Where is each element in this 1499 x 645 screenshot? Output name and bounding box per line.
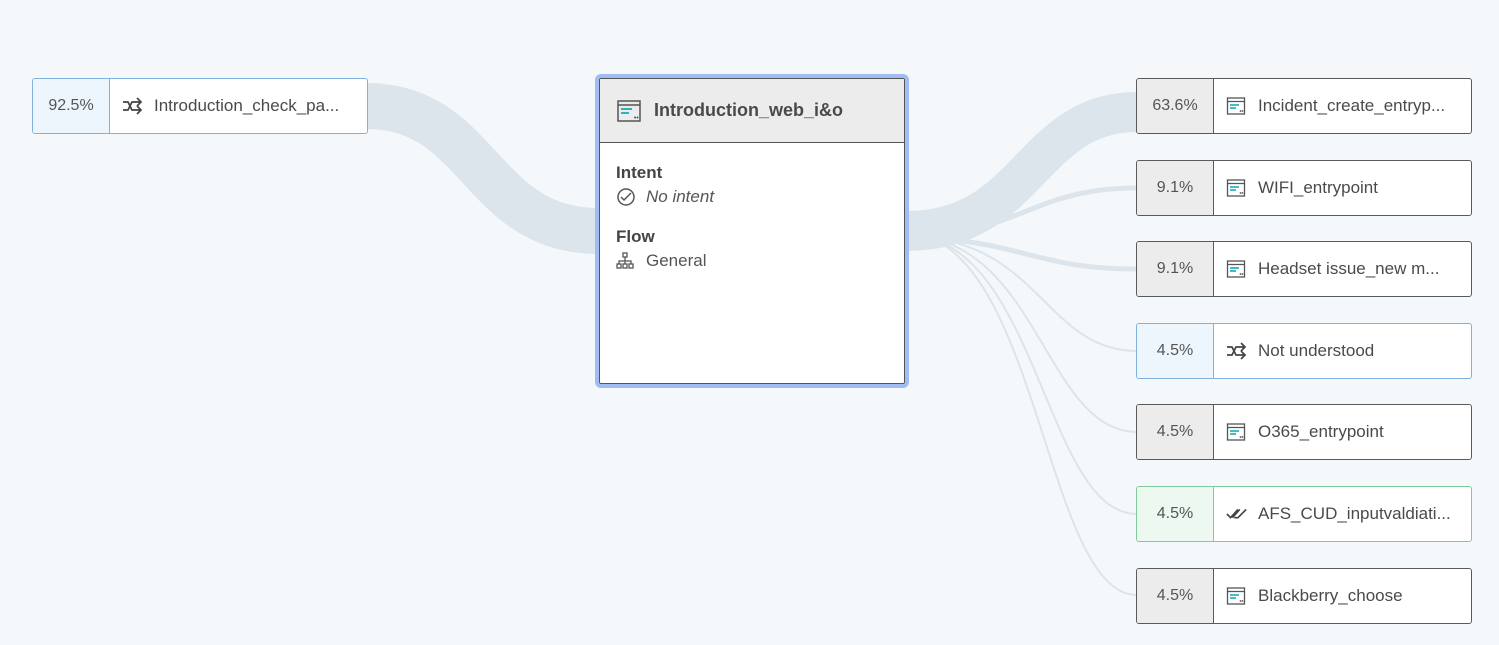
- outgoing-node-percentage: 9.1%: [1137, 242, 1214, 296]
- selected-node[interactable]: Introduction_web_i&o Intent No intent Fl…: [595, 74, 909, 388]
- outgoing-node-percentage: 9.1%: [1137, 161, 1214, 215]
- incoming-node-label: Introduction_check_pa...: [154, 96, 340, 115]
- outgoing-node-label: Incident_create_entryp...: [1258, 96, 1446, 115]
- outgoing-node-percentage: 4.5%: [1137, 569, 1214, 623]
- outgoing-node-3[interactable]: 9.1% Headset issue_new m...: [1136, 241, 1472, 297]
- outgoing-node-2[interactable]: 9.1% WIFI_entrypoint: [1136, 160, 1472, 216]
- redirect-icon: [122, 95, 144, 117]
- outgoing-node-percentage: 4.5%: [1137, 324, 1214, 378]
- flow-value: General: [646, 251, 707, 270]
- page-icon: [1226, 421, 1248, 443]
- incoming-node[interactable]: 92.5% Introduction_check_pa...: [32, 78, 368, 134]
- outgoing-node-5[interactable]: 4.5% O365_entrypoint: [1136, 404, 1472, 460]
- page-icon: [1226, 258, 1248, 280]
- hierarchy-icon: [616, 251, 636, 271]
- outgoing-node-7[interactable]: 4.5% Blackberry_choose: [1136, 568, 1472, 624]
- outgoing-node-label: Blackberry_choose: [1258, 586, 1403, 605]
- page-icon: [616, 98, 642, 124]
- incoming-node-percentage: 92.5%: [33, 79, 110, 133]
- outgoing-node-percentage: 4.5%: [1137, 405, 1214, 459]
- outgoing-node-label: AFS_CUD_inputvaldiati...: [1258, 504, 1451, 523]
- outgoing-node-1[interactable]: 63.6% Incident_create_entryp...: [1136, 78, 1472, 134]
- outgoing-node-percentage: 63.6%: [1137, 79, 1214, 133]
- redirect-icon: [1226, 340, 1248, 362]
- page-icon: [1226, 585, 1248, 607]
- intent-label: Intent: [616, 163, 663, 182]
- outgoing-node-6[interactable]: 4.5% AFS_CUD_inputvaldiati...: [1136, 486, 1472, 542]
- outgoing-node-label: WIFI_entrypoint: [1258, 178, 1378, 197]
- link-out-6: [929, 237, 1138, 515]
- flow-label: Flow: [616, 227, 655, 246]
- outgoing-node-label: Not understood: [1258, 341, 1375, 360]
- double-check-icon: [1226, 503, 1248, 525]
- outgoing-node-4[interactable]: 4.5% Not understood: [1136, 323, 1472, 379]
- intent-value: No intent: [646, 187, 715, 206]
- page-icon: [1226, 95, 1248, 117]
- selected-node-title: Introduction_web_i&o: [654, 100, 843, 120]
- intent-check-icon: [616, 187, 636, 207]
- outgoing-node-percentage: 4.5%: [1137, 487, 1214, 541]
- outgoing-node-label: O365_entrypoint: [1258, 422, 1384, 441]
- link-incoming: [365, 83, 599, 254]
- outgoing-node-label: Headset issue_new m...: [1258, 259, 1440, 278]
- page-icon: [1226, 177, 1248, 199]
